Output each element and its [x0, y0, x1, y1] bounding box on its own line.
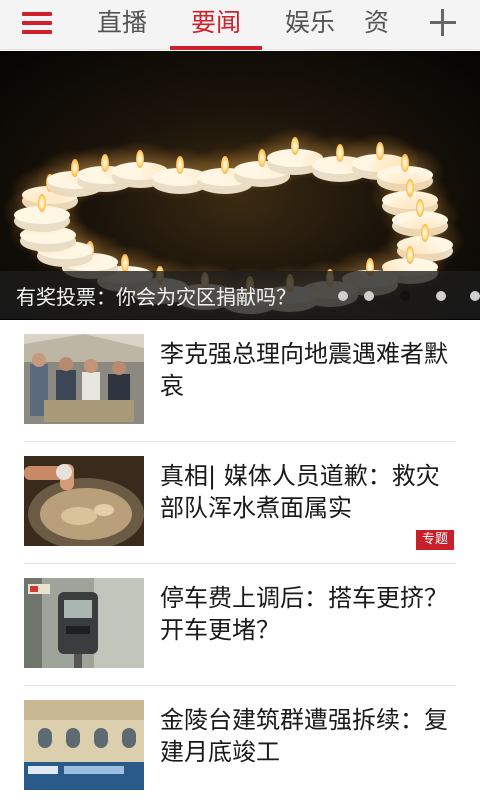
news-thumbnail [24, 578, 144, 668]
carousel-dot [470, 291, 480, 301]
carousel-dots [0, 291, 480, 301]
tab-entertainment[interactable]: 娱乐 [268, 0, 352, 50]
news-title: 真相| 媒体人员道歉：救灾部队浑水煮面属实 [160, 462, 440, 522]
add-tab-icon[interactable] [430, 2, 456, 46]
carousel-dot [364, 291, 374, 301]
tab-headlines[interactable]: 要闻 [170, 0, 262, 50]
news-item[interactable]: 金陵台建筑群遭强拆续：复建月底竣工 [24, 686, 456, 808]
news-title: 停车费上调后：搭车更挤？开车更堵？ [160, 584, 448, 644]
news-thumbnail [24, 334, 144, 424]
topic-badge: 专题 [416, 530, 455, 550]
menu-icon[interactable] [22, 11, 54, 37]
news-item[interactable]: 真相| 媒体人员道歉：救灾部队浑水煮面属实 专题 [24, 442, 456, 564]
news-title: 金陵台建筑群遭强拆续：复建月底竣工 [160, 706, 448, 766]
news-thumbnail [24, 456, 144, 546]
candle [2, 185, 82, 237]
news-item[interactable]: 李克强总理向地震遇难者默哀 [24, 320, 456, 442]
tab-live[interactable]: 直播 [80, 0, 164, 50]
news-item[interactable]: 停车费上调后：搭车更挤？开车更堵？ [24, 564, 456, 686]
top-tab-bar: 直播 要闻 娱乐 资 [0, 0, 480, 50]
news-thumbnail [24, 700, 144, 790]
carousel-dot [338, 291, 348, 301]
tab-finance[interactable]: 资 [364, 0, 418, 50]
news-title: 李克强总理向地震遇难者默哀 [160, 340, 448, 400]
carousel-dot [400, 291, 410, 301]
carousel-dot [436, 291, 446, 301]
